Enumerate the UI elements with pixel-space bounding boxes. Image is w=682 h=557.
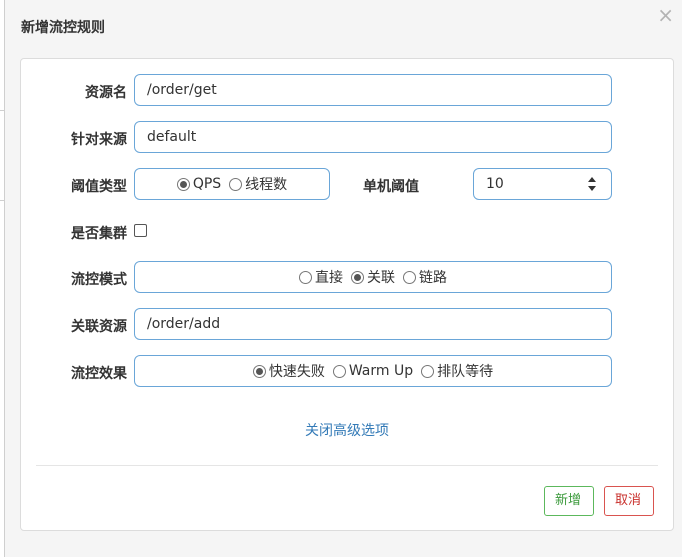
dialog-title: 新增流控规则 — [21, 20, 105, 36]
threshold-type-label: 阈值类型 — [71, 179, 127, 195]
ref-resource-label: 关联资源 — [71, 319, 127, 335]
control-behavior-queue-label: 排队等待 — [437, 364, 494, 380]
threshold-type-qps-label: QPS — [192, 176, 222, 192]
cluster-mode-checkbox[interactable] — [134, 224, 147, 237]
radio-unchecked-icon[interactable] — [299, 270, 312, 284]
ref-resource-row: 关联资源 /order/add — [21, 308, 673, 340]
control-behavior-warm-up-label: Warm Up — [348, 363, 414, 379]
resource-name-input[interactable]: /order/get — [134, 74, 612, 106]
threshold-type-group: QPS 线程数 — [134, 168, 330, 200]
add-button[interactable]: 新增 — [544, 486, 594, 516]
control-behavior-warm-up-option[interactable]: Warm Up — [332, 363, 414, 379]
resource-name-row: 资源名 /order/get — [21, 74, 673, 106]
advanced-options-toggle[interactable]: 关闭高级选项 — [21, 420, 673, 440]
spinner-up-icon[interactable] — [588, 177, 596, 182]
radio-unchecked-icon[interactable] — [403, 270, 416, 284]
flow-mode-direct-label: 直接 — [315, 270, 343, 286]
flow-mode-relate-option[interactable]: 关联 — [351, 267, 395, 287]
radio-unchecked-icon[interactable] — [421, 364, 435, 378]
add-flow-rule-dialog: 新增流控规则 × 资源名 /order/get 针对来源 default 阈值类… — [4, 0, 682, 557]
close-icon[interactable]: × — [657, 5, 674, 25]
control-behavior-row: 流控效果 快速失败 Warm Up 排队等待 — [21, 355, 673, 387]
spinner-down-icon[interactable] — [588, 186, 596, 191]
control-behavior-fail-fast-label: 快速失败 — [268, 364, 325, 380]
number-spinner[interactable] — [587, 177, 597, 191]
control-behavior-label: 流控效果 — [71, 366, 127, 382]
control-behavior-queue-option[interactable]: 排队等待 — [421, 361, 493, 381]
threshold-type-qps-option[interactable]: QPS — [176, 176, 222, 192]
limit-origin-label: 针对来源 — [71, 132, 127, 148]
footer-divider — [36, 465, 658, 466]
ref-resource-input[interactable]: /order/add — [134, 308, 612, 340]
limit-origin-input[interactable]: default — [134, 121, 612, 153]
single-threshold-label: 单机阈值 — [363, 179, 419, 195]
flow-mode-group: 直接 关联 链路 — [134, 261, 612, 293]
flow-mode-row: 流控模式 直接 关联 链路 — [21, 261, 673, 293]
radio-checked-icon[interactable] — [351, 270, 364, 284]
cancel-button[interactable]: 取消 — [604, 486, 654, 516]
control-behavior-group: 快速失败 Warm Up 排队等待 — [134, 355, 612, 387]
radio-checked-icon[interactable] — [176, 177, 190, 191]
flow-mode-relate-label: 关联 — [367, 270, 395, 286]
threshold-type-thread-label: 线程数 — [245, 177, 288, 193]
flow-mode-label: 流控模式 — [71, 272, 127, 288]
single-threshold-input[interactable]: 10 — [473, 168, 612, 200]
control-behavior-fail-fast-option[interactable]: 快速失败 — [252, 361, 325, 381]
radio-unchecked-icon[interactable] — [332, 364, 346, 378]
threshold-row: 阈值类型 QPS 线程数 单机阈值 10 — [21, 168, 673, 200]
single-threshold-value: 10 — [486, 176, 504, 192]
flow-mode-chain-option[interactable]: 链路 — [403, 267, 447, 287]
radio-unchecked-icon[interactable] — [229, 177, 243, 191]
flow-mode-direct-option[interactable]: 直接 — [299, 267, 343, 287]
radio-checked-icon[interactable] — [252, 364, 266, 378]
cluster-mode-row: 是否集群 — [21, 215, 673, 247]
limit-origin-row: 针对来源 default — [21, 121, 673, 153]
flow-mode-chain-label: 链路 — [419, 270, 447, 286]
dialog-body: 资源名 /order/get 针对来源 default 阈值类型 QPS 线程数… — [20, 58, 674, 531]
threshold-type-thread-option[interactable]: 线程数 — [229, 174, 287, 194]
cluster-mode-label: 是否集群 — [71, 226, 127, 242]
resource-name-label: 资源名 — [85, 85, 127, 101]
